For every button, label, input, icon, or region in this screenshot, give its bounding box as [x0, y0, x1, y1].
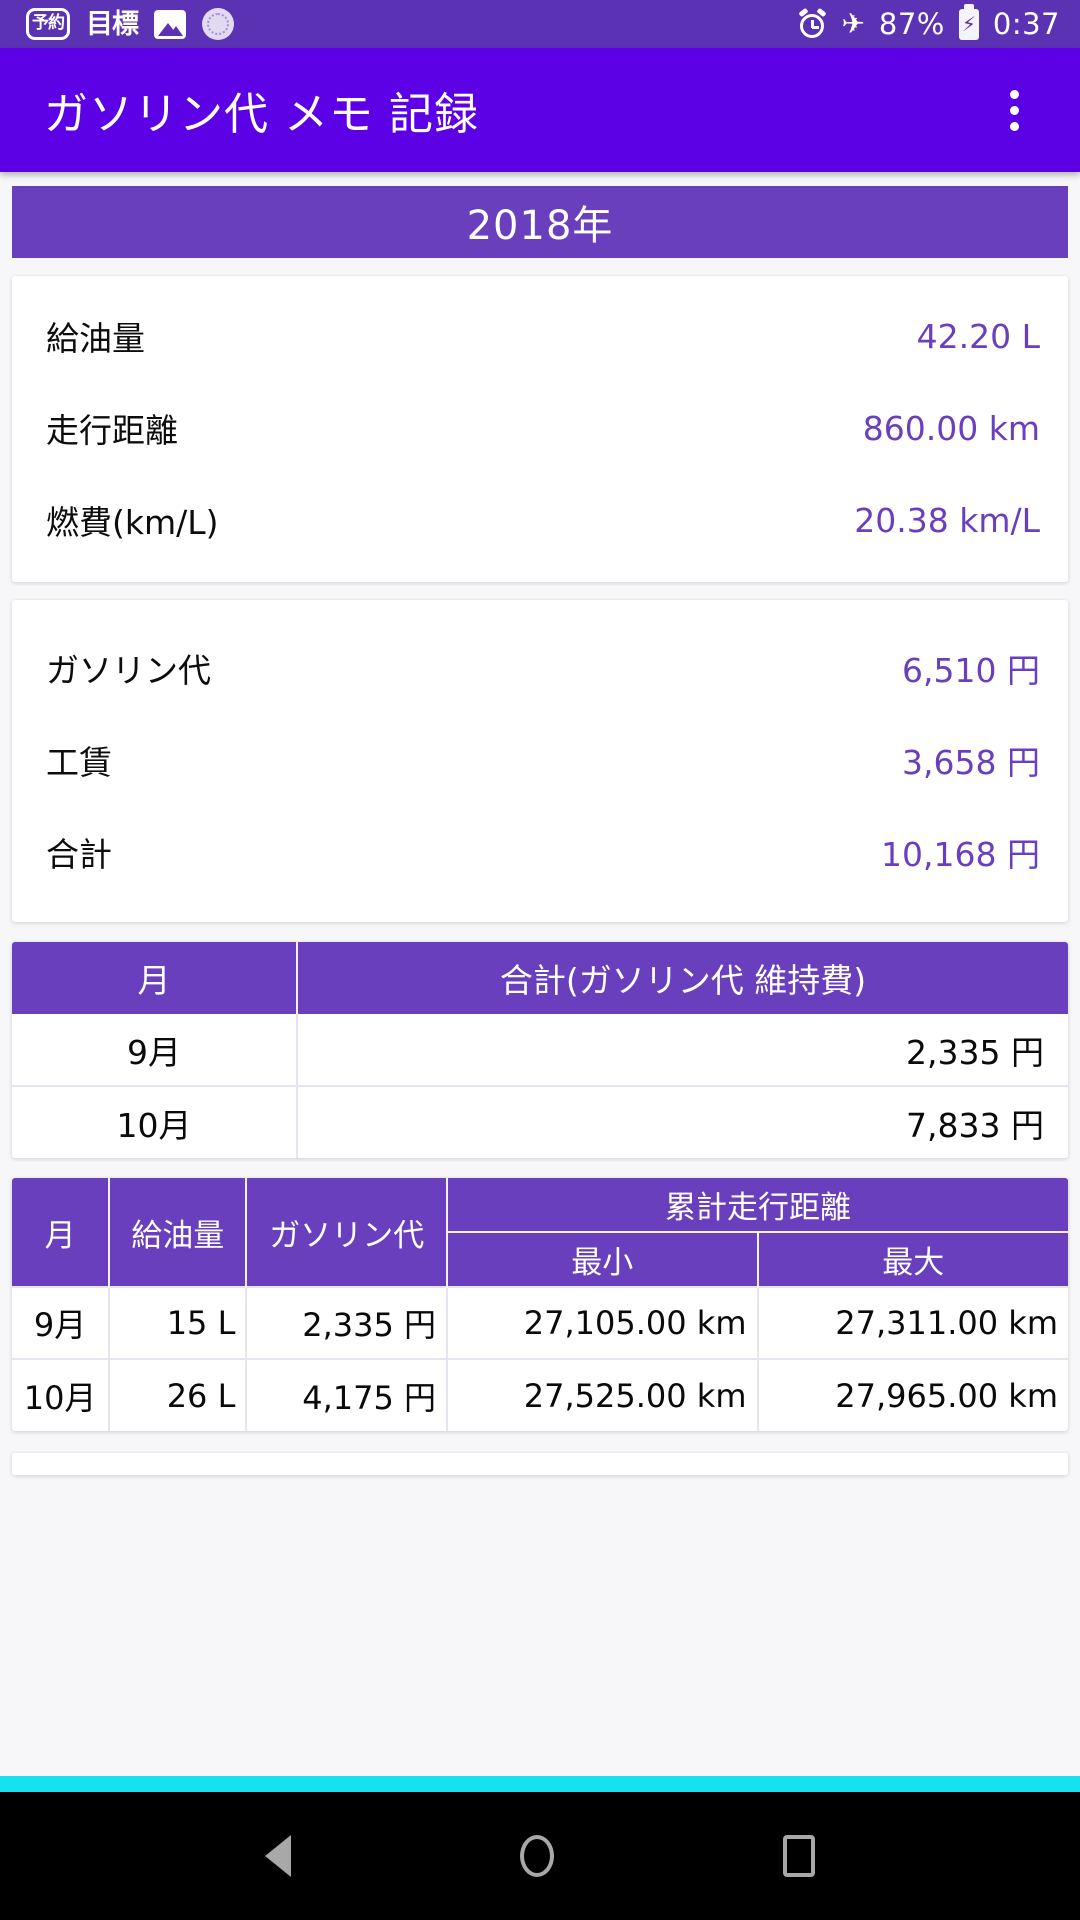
column-header-odometer-group: 累計走行距離 — [447, 1178, 1068, 1233]
app-bar: ガソリン代 メモ 記録 — [0, 48, 1080, 172]
cell-fuel: 15 L — [109, 1286, 248, 1359]
system-nav-bar — [0, 1792, 1080, 1920]
stat-value: 3,658 円 — [902, 743, 1040, 782]
cost-card: ガソリン代 6,510 円 工賃 3,658 円 合計 10,168 円 — [12, 600, 1068, 922]
bolt-glyph: ⚡ — [961, 12, 976, 36]
status-bar: 予約 目標 ✈ 87% ⚡ 0:37 — [0, 0, 1080, 48]
monthly-total-table: 月 合計(ガソリン代 維持費) 9月 2,335 円 10月 7,833 円 — [12, 942, 1068, 1158]
year-label: 2018年 — [466, 203, 614, 249]
target-icon: 目標 — [86, 8, 139, 40]
cell-month: 10月 — [12, 1358, 111, 1431]
next-card-partial — [12, 1453, 1068, 1475]
cell-month: 10月 — [12, 1085, 299, 1158]
cell-fuel: 26 L — [109, 1358, 248, 1431]
accent-strip — [0, 1776, 1080, 1792]
phone-screen: 予約 目標 ✈ 87% ⚡ 0:37 ガソリン代 メモ 記録 2018年 給油量… — [0, 0, 1080, 1920]
cell-total: 2,335 円 — [906, 1032, 1044, 1072]
cell-total: 7,833 円 — [297, 1085, 1068, 1158]
page-title: ガソリン代 メモ 記録 — [44, 89, 479, 140]
overflow-menu-icon[interactable] — [982, 78, 1046, 142]
stat-row-gas-cost: ガソリン代 6,510 円 — [12, 622, 1068, 714]
battery-percent-label: 87% — [878, 7, 945, 41]
year-banner[interactable]: 2018年 — [12, 186, 1068, 258]
battery-charging-icon: ⚡ — [958, 3, 979, 40]
cell-month: 9月 — [12, 1286, 111, 1359]
stat-label: 給油量 — [46, 319, 145, 358]
stat-value: 10,168 円 — [881, 835, 1040, 874]
cell-odometer-max: 27,965.00 km — [757, 1358, 1068, 1431]
alarm-icon — [798, 7, 828, 39]
cell-month: 9月 — [12, 1014, 299, 1086]
scroll-content[interactable]: 2018年 給油量 42.20 L 走行距離 860.00 km 燃費(km/L… — [0, 172, 1080, 1776]
column-header-month: 月 — [12, 1178, 111, 1287]
reservation-icon: 予約 — [26, 8, 70, 40]
column-header-total: 合計(ガソリン代 維持費) — [297, 942, 1068, 1014]
stat-value: 860.00 km — [862, 408, 1040, 448]
summary-card: 給油量 42.20 L 走行距離 860.00 km 燃費(km/L) 20.3… — [12, 276, 1068, 582]
monthly-detail-table: 月 給油量 ガソリン代 累計走行距離 最小 最大 9月 15 L 2,335 円 — [12, 1178, 1068, 1431]
cell-gas-cost: 4,175 円 — [246, 1358, 449, 1431]
column-header-odometer-min: 最小 — [447, 1232, 759, 1287]
monthly-total-table-card: 月 合計(ガソリン代 維持費) 9月 2,335 円 10月 7,833 円 — [12, 942, 1068, 1158]
column-header-odometer-max: 最大 — [757, 1232, 1068, 1287]
table-header-row: 月 合計(ガソリン代 維持費) — [12, 942, 1068, 1014]
table-row[interactable]: 9月 2,335 円 — [12, 1014, 1068, 1086]
status-bar-left-icons: 予約 目標 — [26, 8, 234, 40]
column-header-fuel: 給油量 — [109, 1178, 248, 1287]
stat-row-distance: 走行距離 860.00 km — [12, 382, 1068, 474]
table-row[interactable]: 9月 15 L 2,335 円 27,105.00 km 27,311.00 k… — [12, 1286, 1068, 1359]
cell-odometer-min: 27,105.00 km — [447, 1286, 759, 1359]
stat-label: 合計 — [46, 835, 112, 874]
stat-value: 6,510 円 — [902, 651, 1040, 690]
cell-odometer-max: 27,311.00 km — [757, 1286, 1068, 1359]
cell-gas-cost: 2,335 円 — [246, 1286, 449, 1359]
stat-row-efficiency: 燃費(km/L) 20.38 km/L — [12, 474, 1068, 566]
home-icon[interactable] — [519, 1835, 554, 1877]
table-row[interactable]: 10月 7,833 円 — [12, 1085, 1068, 1158]
table-row[interactable]: 10月 26 L 4,175 円 27,525.00 km 27,965.00 … — [12, 1358, 1068, 1431]
stat-label: 走行距離 — [46, 411, 178, 450]
recent-apps-icon[interactable] — [783, 1835, 816, 1877]
stat-label: 工賃 — [46, 743, 112, 782]
stat-row-fuel: 給油量 42.20 L — [12, 290, 1068, 382]
back-icon[interactable] — [264, 1835, 291, 1877]
table-header-row-top: 月 給油量 ガソリン代 累計走行距離 — [12, 1178, 1068, 1287]
stat-row-grand-total: 合計 10,168 円 — [12, 806, 1068, 898]
column-header-month: 月 — [12, 942, 299, 1014]
clock-label: 0:37 — [992, 7, 1060, 41]
status-bar-right-icons: ✈ 87% ⚡ 0:37 — [798, 3, 1060, 41]
stat-value: 42.20 L — [916, 316, 1040, 356]
stat-row-labor-cost: 工賃 3,658 円 — [12, 714, 1068, 806]
sun-icon — [202, 8, 234, 40]
stat-label: 燃費(km/L) — [46, 503, 219, 542]
stat-label: ガソリン代 — [46, 651, 211, 690]
cell-odometer-min: 27,525.00 km — [447, 1358, 759, 1431]
column-header-gas-cost: ガソリン代 — [246, 1178, 449, 1287]
stat-value: 20.38 km/L — [854, 500, 1040, 540]
photo-icon — [154, 9, 186, 39]
airplane-mode-icon: ✈ — [841, 7, 865, 40]
monthly-detail-table-card: 月 給油量 ガソリン代 累計走行距離 最小 最大 9月 15 L 2,335 円 — [12, 1178, 1068, 1431]
